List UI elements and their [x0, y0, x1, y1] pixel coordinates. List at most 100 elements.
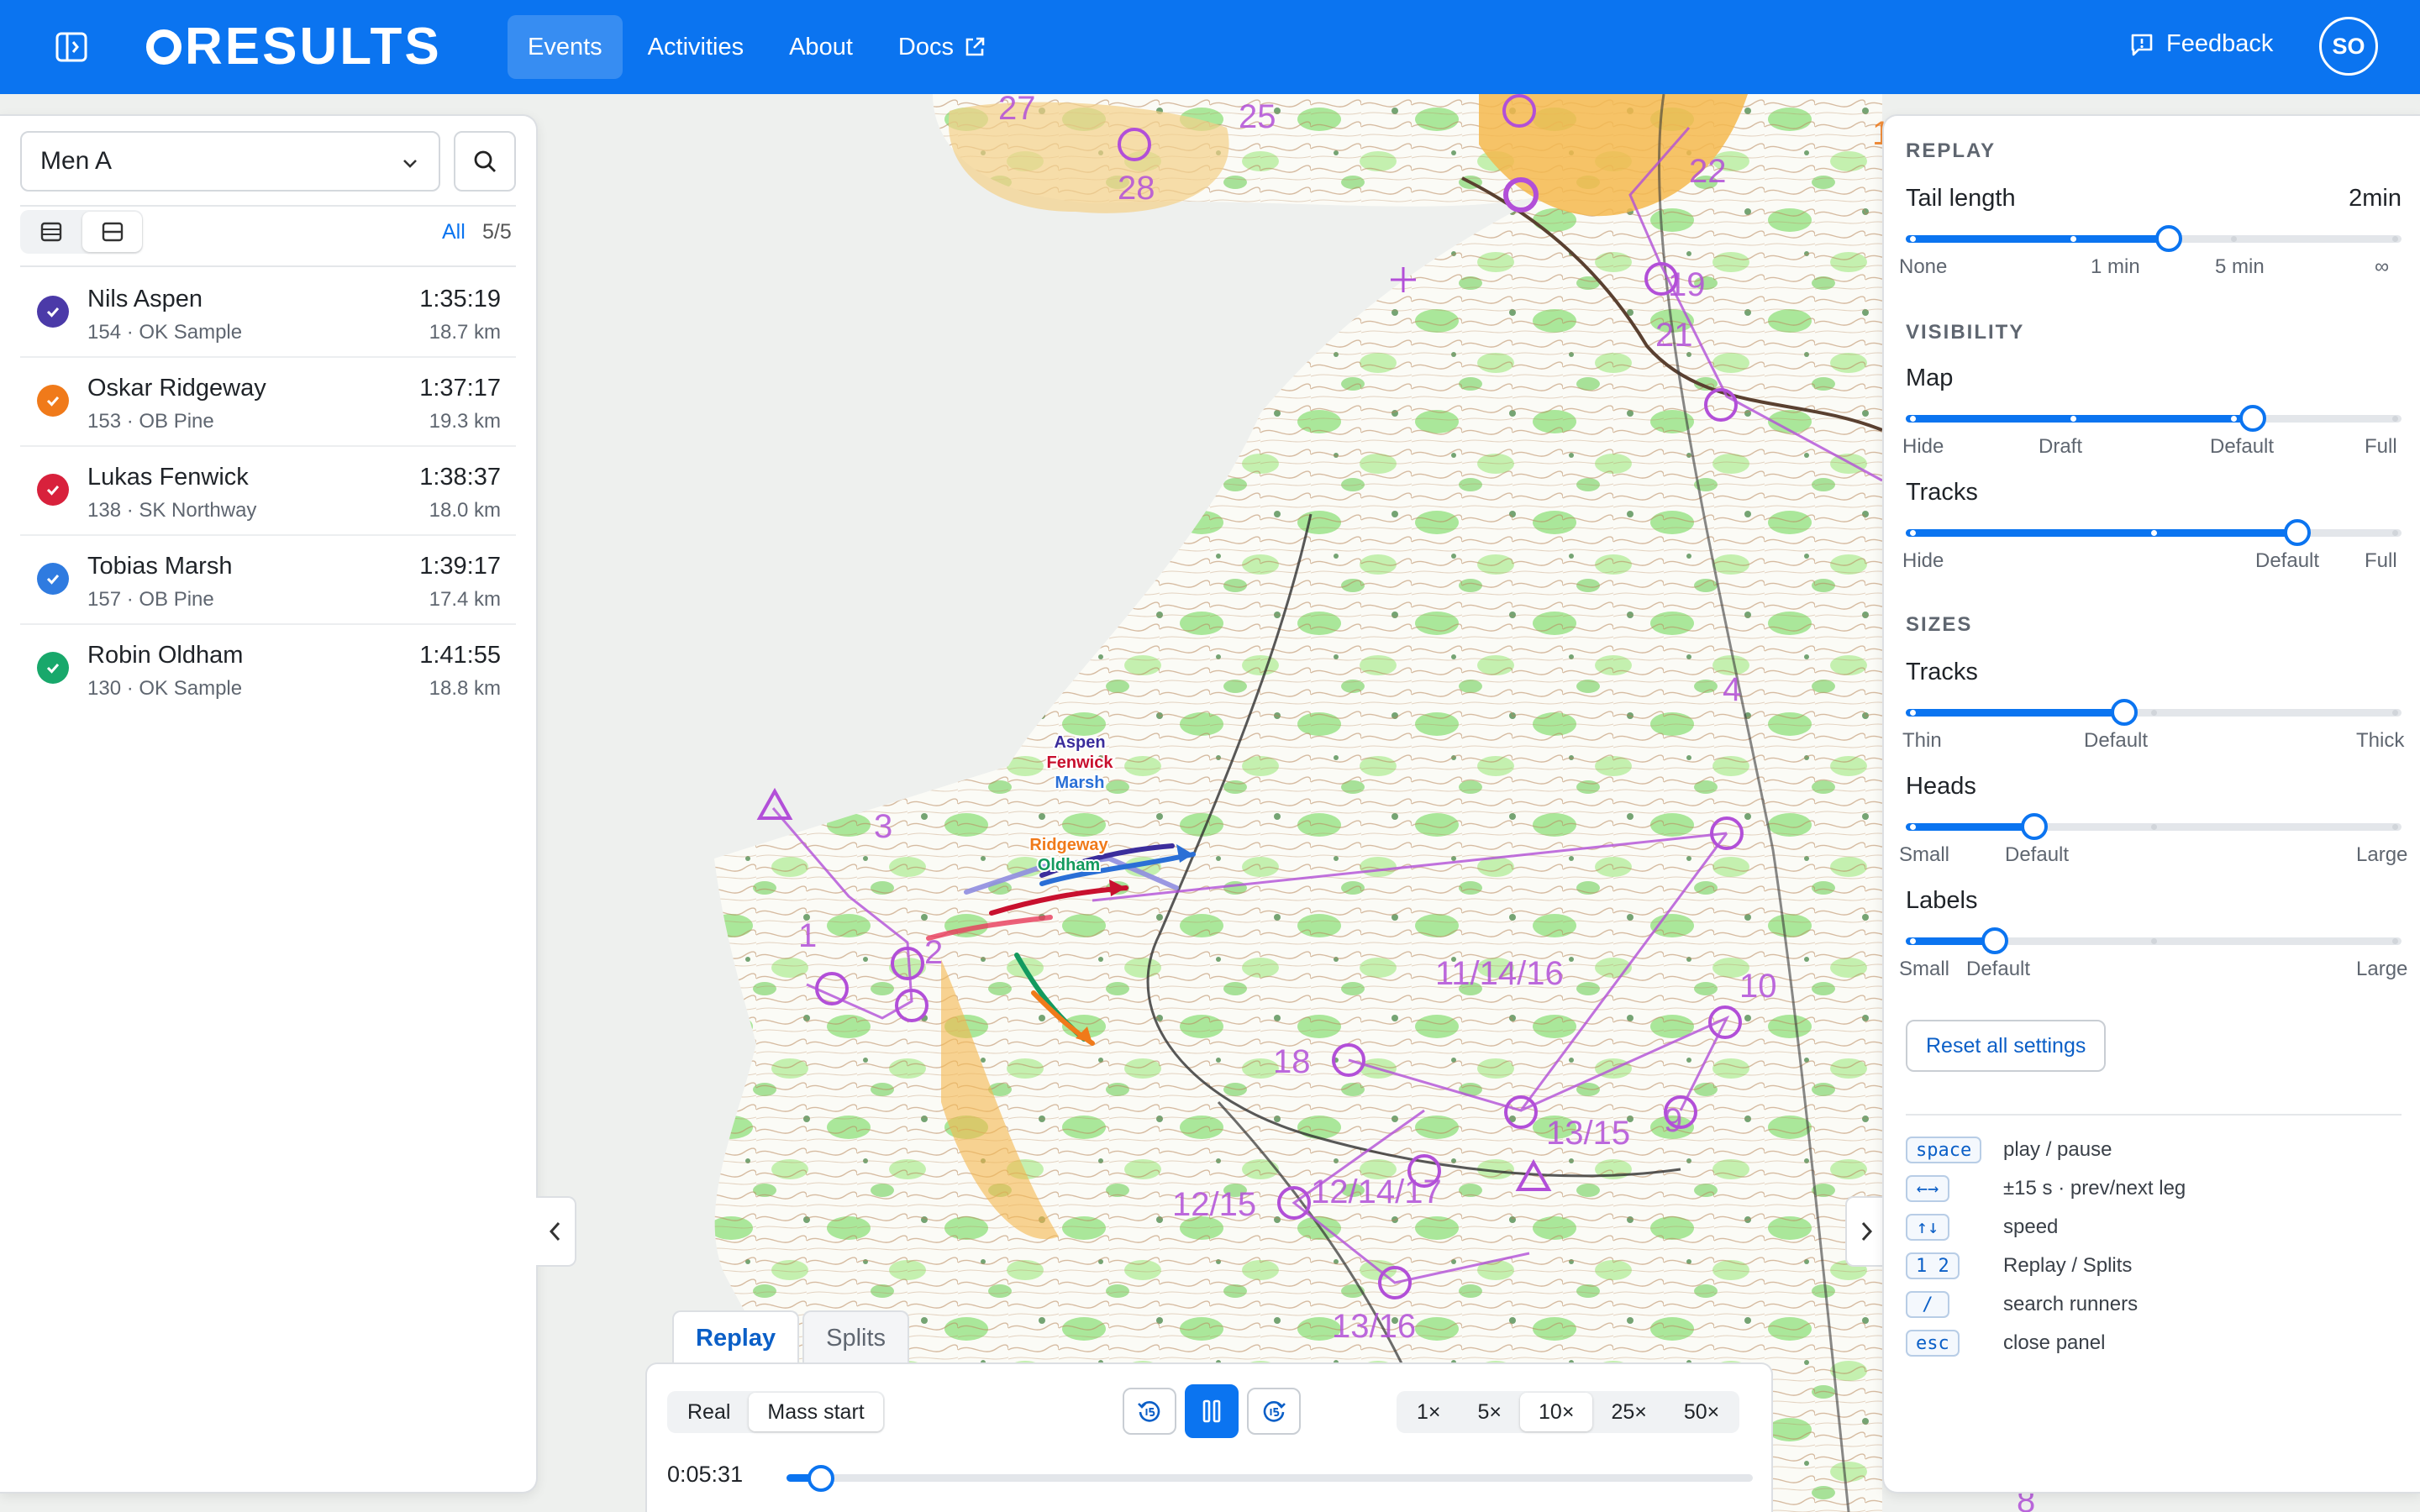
view-compact-button[interactable] [82, 212, 142, 252]
slider-step-dot [2391, 824, 2398, 830]
tick-label: Large [2356, 843, 2408, 866]
timeline-slider[interactable] [786, 1463, 1753, 1492]
runner-name: Nils Aspen [87, 286, 203, 312]
runner-distance: 19.3 km [429, 410, 501, 433]
control-number: 25 [1239, 98, 1276, 135]
tab-splits[interactable]: Splits [802, 1310, 910, 1364]
tick-label: 1 min [2091, 255, 2140, 278]
chevron-left-icon [549, 1221, 560, 1242]
slider-step-dot [1909, 710, 1916, 716]
slider-step-dot [2391, 236, 2398, 242]
runner-club: 157 · OB Pine [87, 588, 214, 611]
tick-label: Draft [2039, 435, 2083, 458]
tick-label: Hide [1902, 549, 1944, 572]
nav-activities[interactable]: Activities [628, 15, 764, 79]
tab-replay[interactable]: Replay [672, 1310, 800, 1364]
runner-row[interactable]: Lukas Fenwick 138 · SK Northway 1:38:37 … [20, 445, 516, 536]
slider-step-dot [1909, 938, 1916, 944]
start-mode-toggle: Real Mass start [667, 1391, 885, 1433]
search-runners-button[interactable] [454, 131, 516, 192]
pause-button[interactable] [1185, 1384, 1239, 1438]
mode-mass-start-button[interactable]: Mass start [749, 1393, 883, 1431]
check-icon[interactable] [37, 652, 69, 684]
divider [1906, 1114, 2402, 1116]
runner-club: 154 · OK Sample [87, 321, 243, 344]
collapse-left-panel-button[interactable] [536, 1196, 576, 1267]
feedback-button[interactable]: Feedback [2129, 30, 2273, 58]
tick-label: Default [2084, 729, 2149, 752]
tick-label: ∞ [2375, 255, 2390, 278]
forward-15-button[interactable] [1247, 1388, 1301, 1435]
label-size-slider[interactable] [1906, 922, 2402, 959]
slider-thumb[interactable] [2154, 225, 2182, 252]
shortcut-description: search runners [2003, 1293, 2139, 1315]
nav-about[interactable]: About [769, 15, 873, 79]
track-size-slider[interactable] [1906, 694, 2402, 731]
keyboard-key: ←→ [1906, 1175, 1949, 1202]
nav-events[interactable]: Events [508, 15, 623, 79]
speed-5x-button[interactable]: 5× [1460, 1393, 1521, 1431]
runner-row[interactable]: Tobias Marsh 157 · OB Pine 1:39:17 17.4 … [20, 534, 516, 625]
tick-label: 5 min [2215, 255, 2265, 278]
check-icon[interactable] [37, 385, 69, 417]
view-list-button[interactable] [21, 212, 81, 252]
runner-map-label: Aspen [1054, 733, 1105, 752]
runner-time: 1:38:37 [419, 464, 501, 491]
tracks-visibility-slider[interactable] [1906, 514, 2402, 551]
reset-settings-button[interactable]: Reset all settings [1906, 1020, 2107, 1072]
nav-docs[interactable]: Docs [878, 15, 1006, 79]
control-number: 11/14/16 [1435, 955, 1564, 992]
head-size-slider[interactable] [1906, 808, 2402, 845]
filter-all-link[interactable]: All [442, 220, 466, 244]
shortcut-description: play / pause [2003, 1138, 2112, 1161]
runner-time: 1:35:19 [419, 286, 501, 312]
user-avatar[interactable]: SO [2319, 17, 2378, 76]
chevron-down-icon [403, 160, 417, 168]
timeline-thumb[interactable] [808, 1465, 835, 1492]
slider-thumb[interactable] [2110, 699, 2138, 726]
speed-50x-button[interactable]: 50× [1665, 1393, 1738, 1431]
collapse-right-panel-button[interactable] [1845, 1196, 1886, 1267]
external-link-icon [965, 37, 985, 56]
runner-row[interactable]: Nils Aspen 154 · OK Sample 1:35:19 18.7 … [20, 267, 516, 358]
slider-thumb[interactable] [2239, 405, 2266, 432]
runner-map-label: Marsh [1055, 774, 1105, 792]
logo-text: RESULTS [185, 18, 442, 76]
runner-row[interactable]: Oskar Ridgeway 153 · OB Pine 1:37:17 19.… [20, 356, 516, 447]
control-number: 13/16 [1332, 1308, 1416, 1345]
section-title-replay: REPLAY [1906, 139, 1996, 162]
tick-label: Small [1899, 843, 1950, 866]
control-number: 21 [1655, 317, 1693, 354]
mode-real-button[interactable]: Real [669, 1393, 749, 1431]
check-icon[interactable] [37, 563, 69, 595]
map-visibility-slider[interactable] [1906, 400, 2402, 437]
app-logo[interactable]: RESULTS [146, 18, 442, 76]
section-title-visibility: VISIBILITY [1906, 321, 2025, 344]
slider-thumb[interactable] [1981, 927, 2009, 954]
track-size-label: Tracks [1906, 659, 1978, 685]
runner-time: 1:37:17 [419, 375, 501, 402]
runner-name: Tobias Marsh [87, 553, 233, 580]
runner-club: 153 · OB Pine [87, 410, 214, 433]
class-select[interactable]: Men A [20, 131, 440, 192]
slider-thumb[interactable] [2021, 813, 2049, 840]
runner-distance: 18.0 km [429, 499, 501, 522]
control-number: 12/15 [1172, 1186, 1256, 1223]
sidebar-toggle-icon[interactable] [55, 32, 87, 62]
slider-thumb[interactable] [2284, 519, 2312, 546]
speed-1x-button[interactable]: 1× [1398, 1393, 1460, 1431]
slider-step-dot [2070, 236, 2076, 242]
slider-step-dot [2391, 938, 2398, 944]
runner-row[interactable]: Robin Oldham 130 · OK Sample 1:41:55 18.… [20, 623, 516, 712]
slider-step-dot [1909, 416, 1916, 422]
check-icon[interactable] [37, 296, 69, 328]
speed-10x-button[interactable]: 10× [1520, 1393, 1593, 1431]
tick-label: Default [2005, 843, 2070, 866]
check-icon[interactable] [37, 474, 69, 506]
runner-club: 130 · OK Sample [87, 677, 243, 700]
slider-fill [1906, 823, 2035, 831]
control-number: 27 [998, 94, 1036, 127]
tail-length-slider[interactable] [1906, 220, 2402, 257]
speed-25x-button[interactable]: 25× [1592, 1393, 1665, 1431]
rewind-15-button[interactable] [1123, 1388, 1176, 1435]
